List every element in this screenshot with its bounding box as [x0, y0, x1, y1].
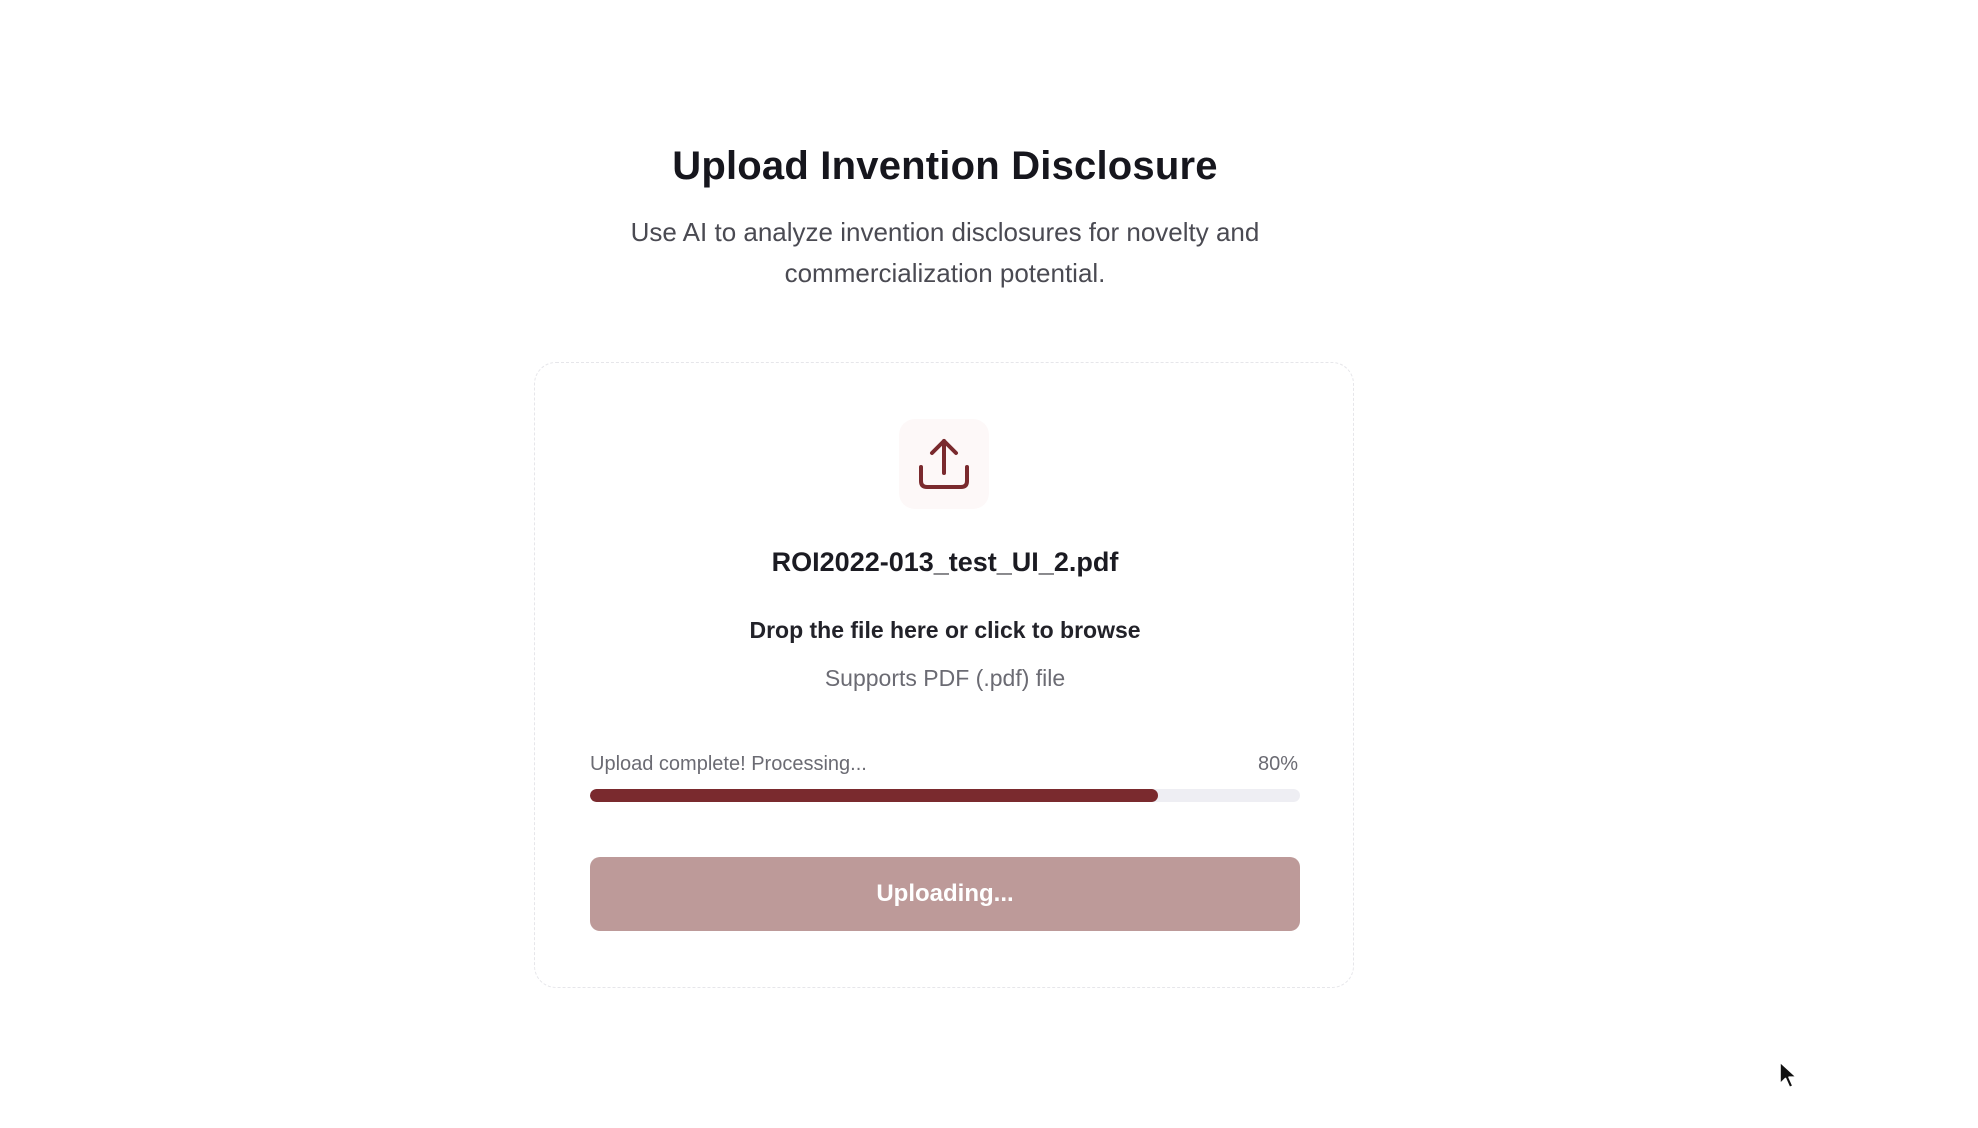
- page-subtitle: Use AI to analyze invention disclosures …: [580, 212, 1310, 294]
- progress-bar-fill: [590, 789, 1158, 802]
- upload-icon: [899, 419, 989, 509]
- progress-status-text: Upload complete! Processing...: [590, 753, 867, 776]
- page-title: Upload Invention Disclosure: [0, 144, 1890, 189]
- selected-filename: ROI2022-013_test_UI_2.pdf: [535, 547, 1355, 578]
- supported-formats: Supports PDF (.pdf) file: [535, 665, 1355, 692]
- upload-page: Upload Invention Disclosure Use AI to an…: [0, 0, 1978, 1128]
- upload-dropzone[interactable]: ROI2022-013_test_UI_2.pdf Drop the file …: [534, 362, 1354, 988]
- mouse-cursor-icon: [1778, 1060, 1800, 1095]
- progress-bar: [590, 789, 1300, 802]
- uploading-button[interactable]: Uploading...: [590, 857, 1300, 931]
- drop-instructions: Drop the file here or click to browse: [535, 617, 1355, 644]
- progress-percent: 80%: [1258, 753, 1298, 776]
